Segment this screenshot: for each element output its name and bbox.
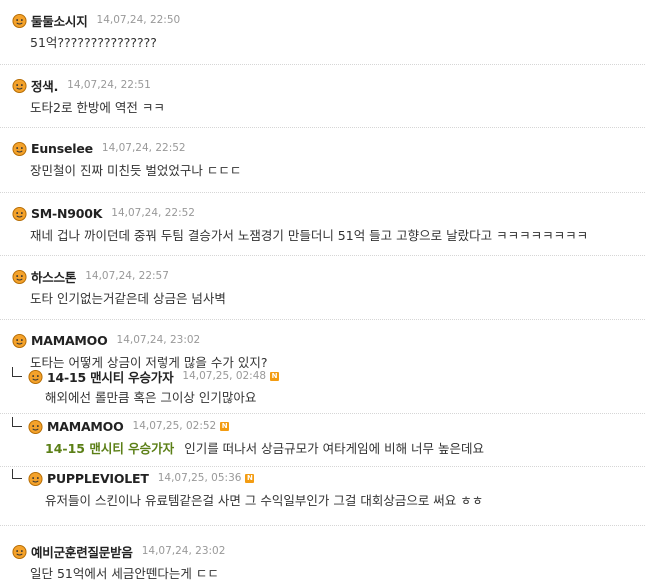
reply-comment: PUPPLEVIOLET 14,07,25, 05:36 N 유저들이 스킨이나…: [0, 467, 645, 526]
user-avatar-icon: [12, 206, 27, 221]
comment-author[interactable]: 예비군훈련질문받음: [31, 542, 133, 561]
comment: 하스스톤 14,07,24, 22:57 도타 인기없는거같은데 상금은 넘사벽: [0, 256, 645, 320]
comment-text: 해외에선 롤만큼 혹은 그이상 인기많아요: [45, 390, 257, 405]
user-avatar-icon: [12, 269, 27, 284]
comment: 예비군훈련질문받음 14,07,24, 23:02 일단 51억에서 세금안뗀다…: [0, 526, 645, 588]
comment-author[interactable]: Eunselee: [31, 141, 93, 156]
user-avatar-icon: [28, 369, 43, 384]
comment-author[interactable]: MAMAMOO: [31, 333, 108, 348]
comment: 정색. 14,07,24, 22:51 도타2로 한방에 역전 ㅋㅋ: [0, 65, 645, 128]
reply-arrow-icon: [12, 469, 22, 479]
comment-header: 둘둘소시지 14,07,24, 22:50: [12, 11, 181, 30]
user-avatar-icon: [28, 471, 43, 486]
user-avatar-icon: [12, 333, 27, 348]
comment: SM-N900K 14,07,24, 22:52 재네 겁나 까이던데 중꿔 두…: [0, 193, 645, 256]
comment-text: 도타 인기없는거같은데 상금은 넘사벽: [30, 291, 226, 306]
comment-text: 재네 겁나 까이던데 중꿔 두팀 결승가서 노잼경기 만들더니 51억 들고 고…: [30, 228, 589, 243]
reply-comment: MAMAMOO 14,07,25, 02:52 N 14-15 맨시티 우승가자…: [0, 414, 645, 467]
user-avatar-icon: [28, 419, 43, 434]
comment-date: 14,07,25, 02:48: [182, 370, 267, 382]
new-badge: N: [245, 473, 255, 483]
comment: MAMAMOO 14,07,24, 23:02 도타는 어떻게 상금이 저렇게 …: [0, 320, 645, 370]
reply-arrow-icon: [12, 417, 22, 427]
new-badge: N: [220, 421, 230, 431]
comment-date: 14,07,24, 23:02: [141, 545, 226, 557]
comment-date: 14,07,24, 22:52: [101, 142, 186, 154]
comment: Eunselee 14,07,24, 22:52 장민철이 진짜 미친듯 벌었었…: [0, 128, 645, 193]
comment-header: MAMAMOO 14,07,24, 23:02: [12, 332, 200, 348]
user-avatar-icon: [12, 13, 27, 28]
comment-date: 14,07,24, 23:02: [116, 334, 201, 346]
comment-text: 일단 51억에서 세금안뗀다는게 ㄷㄷ: [30, 566, 219, 581]
comment-header: 14-15 맨시티 우승가자 14,07,25, 02:48 N: [12, 367, 280, 386]
comment-author[interactable]: 둘둘소시지: [31, 11, 88, 30]
comment-text: 장민철이 진짜 미친듯 벌었었구나 ㄷㄷㄷ: [30, 163, 242, 178]
comment-author[interactable]: 정색.: [31, 76, 58, 95]
comment-text-row: 14-15 맨시티 우승가자 인기를 떠나서 상금규모가 여타게임에 비해 너무 …: [45, 438, 484, 457]
comment-author[interactable]: PUPPLEVIOLET: [47, 471, 149, 486]
comment-date: 14,07,24, 22:51: [67, 79, 151, 91]
comment-author[interactable]: 하스스톤: [31, 267, 76, 286]
user-avatar-icon: [12, 544, 27, 559]
reply-comment: 14-15 맨시티 우승가자 14,07,25, 02:48 N 해외에선 롤만…: [0, 366, 645, 414]
comment-date: 14,07,24, 22:57: [85, 270, 169, 282]
comment-author[interactable]: MAMAMOO: [47, 419, 124, 434]
comment-list: 둘둘소시지 14,07,24, 22:50 51억???????????????…: [0, 0, 645, 588]
user-avatar-icon: [12, 141, 27, 156]
comment-header: 정색. 14,07,24, 22:51: [12, 76, 151, 95]
comment-date: 14,07,24, 22:52: [111, 207, 195, 219]
comment-text: 도타2로 한방에 역전 ㅋㅋ: [30, 100, 165, 115]
comment-header: PUPPLEVIOLET 14,07,25, 05:36 N: [12, 469, 255, 486]
comment-date: 14,07,25, 02:52: [132, 420, 217, 432]
comment-text: 인기를 떠나서 상금규모가 여타게임에 비해 너무 높은데요: [184, 441, 485, 456]
comment-header: 예비군훈련질문받음 14,07,24, 23:02: [12, 542, 226, 561]
comment-date: 14,07,25, 05:36: [157, 472, 242, 484]
comment-author[interactable]: SM-N900K: [31, 206, 102, 221]
comment-header: Eunselee 14,07,24, 22:52: [12, 140, 186, 156]
comment-text: 유저들이 스킨이나 유료템같은걸 사면 그 수익일부인가 그걸 대회상금으로 써…: [45, 493, 484, 508]
comment-header: 하스스톤 14,07,24, 22:57: [12, 267, 169, 286]
reply-arrow-icon: [12, 367, 22, 377]
comment-date: 14,07,24, 22:50: [96, 14, 181, 26]
reply-mention[interactable]: 14-15 맨시티 우승가자: [45, 441, 174, 456]
new-badge: N: [270, 371, 280, 381]
comment-header: MAMAMOO 14,07,25, 02:52 N: [12, 417, 230, 434]
user-avatar-icon: [12, 78, 27, 93]
comment: 둘둘소시지 14,07,24, 22:50 51억???????????????: [0, 0, 645, 65]
comment-text: 51억???????????????: [30, 35, 157, 50]
comment-author[interactable]: 14-15 맨시티 우승가자: [47, 367, 174, 386]
comment-header: SM-N900K 14,07,24, 22:52: [12, 205, 195, 221]
